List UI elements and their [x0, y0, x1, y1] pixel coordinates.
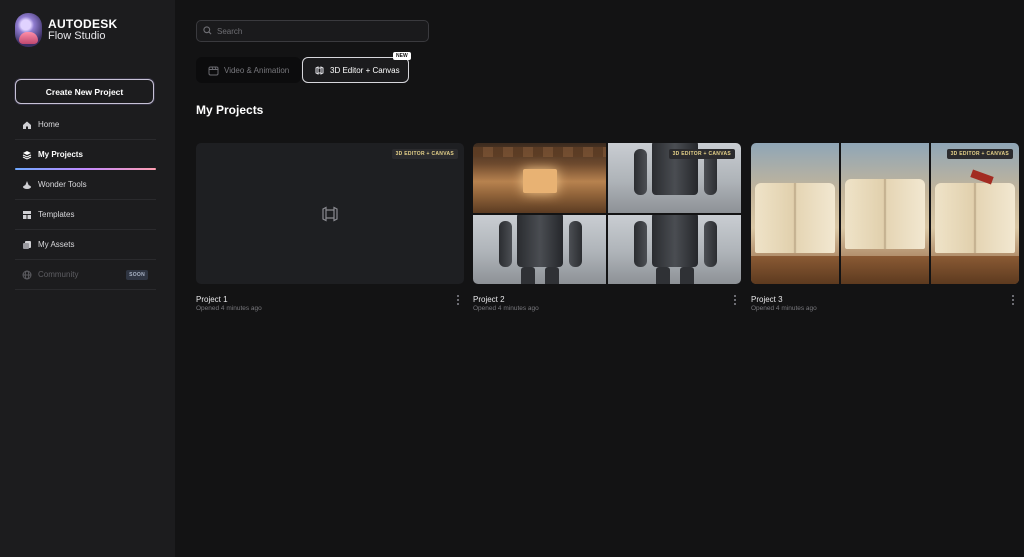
project-thumbnail[interactable]: 3D EDITOR + CANVAS — [196, 143, 464, 284]
project-name[interactable]: Project 2 — [473, 295, 505, 304]
more-options-icon[interactable] — [455, 295, 461, 305]
sidebar-item-community: Community SOON — [15, 260, 156, 290]
brand-text: AUTODESK Flow Studio — [48, 18, 118, 42]
soon-badge: SOON — [126, 270, 148, 280]
brand-name-line2: Flow Studio — [48, 30, 106, 42]
open-book-image — [931, 143, 1019, 284]
page-title: My Projects — [196, 103, 264, 117]
video-icon — [208, 65, 219, 76]
sidebar: AUTODESK Flow Studio Create New Project … — [0, 0, 175, 557]
project-type-badge: 3D EDITOR + CANVAS — [668, 149, 735, 159]
tab-label: 3D Editor + Canvas — [330, 65, 400, 75]
app-root: AUTODESK Flow Studio Create New Project … — [0, 0, 1024, 557]
sidebar-nav: Home My Projects Wonder Tools Templates — [15, 110, 156, 290]
robot-image — [473, 214, 606, 284]
cafe-interior-image — [473, 143, 606, 213]
create-new-project-button[interactable]: Create New Project — [15, 79, 154, 104]
thumbnail-grid — [473, 143, 741, 284]
sidebar-item-home[interactable]: Home — [15, 110, 156, 140]
wonder-tools-icon — [22, 180, 32, 190]
project-last-opened: Opened 4 minutes ago — [751, 305, 817, 312]
sidebar-item-label: My Projects — [38, 150, 83, 159]
search-box[interactable] — [196, 20, 429, 42]
open-book-image — [841, 143, 929, 284]
3d-canvas-placeholder-icon — [321, 206, 339, 227]
brand-name-line1: AUTODESK — [48, 17, 118, 31]
open-book-image — [751, 143, 839, 284]
home-icon — [22, 120, 32, 130]
3d-editor-icon — [314, 65, 325, 76]
project-last-opened: Opened 4 minutes ago — [473, 305, 539, 312]
project-name[interactable]: Project 1 — [196, 295, 228, 304]
sidebar-item-my-assets[interactable]: My Assets — [15, 230, 156, 260]
project-card[interactable]: 3D EDITOR + CANVAS Project 3 Opened 4 mi… — [751, 143, 1019, 312]
more-options-icon[interactable] — [732, 295, 738, 305]
tab-label: Video & Animation — [224, 65, 290, 75]
project-thumbnail[interactable]: 3D EDITOR + CANVAS — [473, 143, 741, 284]
more-options-icon[interactable] — [1010, 295, 1016, 305]
search-icon — [203, 22, 212, 40]
sidebar-item-my-projects[interactable]: My Projects — [15, 140, 156, 170]
flow-studio-logo-icon — [15, 13, 42, 47]
tab-video-animation[interactable]: Video & Animation — [196, 57, 301, 83]
new-badge: NEW — [393, 52, 411, 60]
projects-icon — [22, 150, 32, 160]
sidebar-item-templates[interactable]: Templates — [15, 200, 156, 230]
tab-3d-editor-canvas[interactable]: 3D Editor + Canvas — [302, 57, 409, 83]
robot-image — [608, 214, 741, 284]
sidebar-item-wonder-tools[interactable]: Wonder Tools — [15, 170, 156, 200]
project-last-opened: Opened 4 minutes ago — [196, 305, 262, 312]
brand-logo[interactable]: AUTODESK Flow Studio — [15, 13, 118, 47]
project-thumbnail[interactable]: 3D EDITOR + CANVAS — [751, 143, 1019, 284]
project-type-badge: 3D EDITOR + CANVAS — [391, 149, 458, 159]
sidebar-item-label: Community — [38, 270, 79, 279]
project-card[interactable]: 3D EDITOR + CANVAS Project 2 Opened 4 mi… — [473, 143, 741, 312]
assets-icon — [22, 240, 32, 250]
sidebar-item-label: Templates — [38, 210, 75, 219]
project-card[interactable]: 3D EDITOR + CANVAS Project 1 Opened 4 mi… — [196, 143, 464, 312]
templates-icon — [22, 210, 32, 220]
globe-icon — [22, 270, 32, 280]
search-input[interactable] — [217, 26, 417, 36]
project-name[interactable]: Project 3 — [751, 295, 783, 304]
sidebar-item-label: Home — [38, 120, 60, 129]
thumbnail-strip — [751, 143, 1019, 284]
sidebar-item-label: Wonder Tools — [38, 180, 87, 189]
sidebar-item-label: My Assets — [38, 240, 75, 249]
project-type-badge: 3D EDITOR + CANVAS — [946, 149, 1013, 159]
